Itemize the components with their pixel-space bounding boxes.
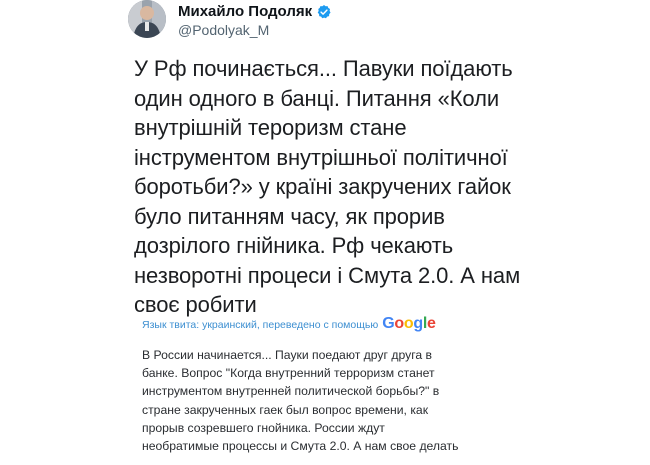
translated-text-line: В России начинается... Пауки поедают дру…	[142, 348, 433, 362]
author-handle[interactable]: @Podolyak_M	[178, 22, 269, 39]
translated-text: В России начинается... Пауки поедают дру…	[142, 346, 484, 455]
tweet-text-line: внутрішній тероризм стане	[134, 115, 407, 140]
translated-text-line: стране закрученных гаек был вопрос време…	[142, 402, 429, 417]
tweet-text-line: боротьби?» у країні закручених гайок	[134, 174, 511, 199]
tweet-text: У Рф починається... Павуки поїдають один…	[134, 54, 534, 320]
google-logo: Google	[382, 315, 436, 332]
author-display-name[interactable]: Михайло Подоляк	[178, 3, 312, 21]
verified-badge-icon	[316, 4, 332, 20]
tweet-text-line: інструментом внутрішньої політичної	[134, 144, 508, 170]
tweet-text-line: один одного в банці. Питання «Коли	[134, 85, 500, 111]
tweet-header: Михайло Подоляк @Podolyak_M	[122, 0, 542, 48]
author-name-row: Михайло Подоляк	[178, 3, 332, 21]
tweet-text-line: дозрілого гнійника. Рф чекають	[134, 233, 454, 258]
avatar[interactable]	[128, 0, 166, 38]
tweet-text-line: було питанням часу, як прорив	[134, 203, 445, 229]
tweet-text-line: У Рф починається... Павуки поїдають	[134, 56, 513, 81]
translated-text-line: банке. Вопрос "Когда внутренний террориз…	[142, 366, 435, 381]
tweet: Михайло Подоляк @Podolyak_M У Рф починає…	[122, 0, 542, 465]
translated-text-line: инструментом внутренней политической бор…	[142, 384, 440, 399]
translated-text-line: необратимые процессы и Смута 2.0. А нам …	[142, 439, 459, 454]
translated-text-line: прорыв созревшего гнойника. России ждут	[142, 420, 385, 435]
translation-attribution[interactable]: Язык твита: украинский, переведено с пом…	[142, 315, 436, 333]
translation-label[interactable]: Язык твита: украинский, переведено с пом…	[142, 319, 378, 331]
tweet-text-line: незворотні процеси і Смута 2.0. А нам	[134, 262, 521, 288]
profile-photo-icon	[128, 0, 166, 38]
